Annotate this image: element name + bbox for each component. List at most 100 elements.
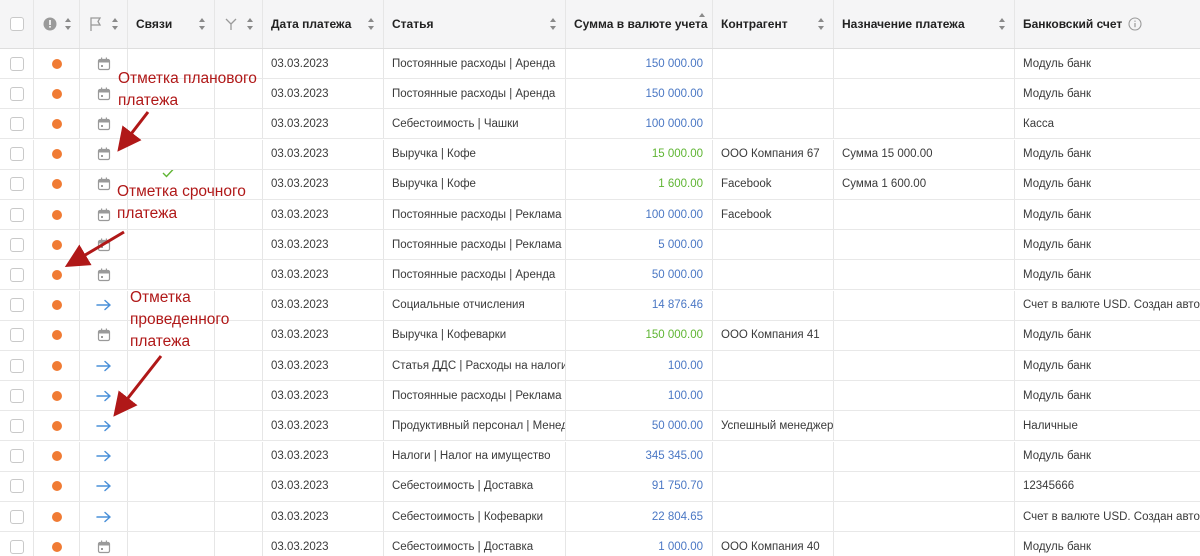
article-cell: Постоянные расходы | Реклама xyxy=(384,381,566,411)
urgent-dot-icon[interactable] xyxy=(51,541,62,552)
sort-asc-icon[interactable] xyxy=(698,12,706,26)
sort-icon[interactable] xyxy=(111,17,119,31)
calendar-icon[interactable] xyxy=(97,87,111,101)
payment-type-cell xyxy=(80,351,128,380)
calendar-icon[interactable] xyxy=(97,328,111,342)
table-row[interactable]: 03.03.2023 Постоянные расходы | Реклама 10… xyxy=(0,381,1200,412)
table-row[interactable]: 03.03.2023 Продуктивный персонал | Менедж… xyxy=(0,411,1200,442)
arrow-right-icon[interactable] xyxy=(95,299,112,311)
row-checkbox[interactable] xyxy=(9,479,24,494)
table-row[interactable]: 03.03.2023 Постоянные расходы | Аренда 50 … xyxy=(0,260,1200,291)
urgent-column-header[interactable] xyxy=(34,0,80,48)
sort-icon[interactable] xyxy=(198,17,206,31)
urgent-dot-icon[interactable] xyxy=(51,300,62,311)
row-checkbox[interactable] xyxy=(9,267,24,282)
sum-cell: 1 000.00 xyxy=(566,532,713,556)
payment-type-cell xyxy=(80,109,128,139)
counterparty-column-header[interactable]: Контрагент xyxy=(713,0,834,48)
table-row[interactable]: 03.03.2023 Статья ДДС | Расходы на налоги… xyxy=(0,351,1200,381)
table-row[interactable]: 03.03.2023 Постоянные расходы | Реклама 5 … xyxy=(0,230,1200,261)
table-row[interactable]: 03.03.2023 Себестоимость | Чашки 100 000.0… xyxy=(0,109,1200,140)
calendar-icon[interactable] xyxy=(97,540,111,554)
urgent-dot-icon[interactable] xyxy=(51,390,62,401)
sort-icon[interactable] xyxy=(367,17,375,31)
urgent-dot-icon[interactable] xyxy=(51,451,62,462)
calendar-icon[interactable] xyxy=(97,177,111,191)
article-cell: Статья ДДС | Расходы на налоги xyxy=(384,351,566,380)
purpose-cell: Сумма 15 000.00 xyxy=(834,139,1015,169)
arrow-right-icon[interactable] xyxy=(95,390,112,402)
urgent-dot-icon[interactable] xyxy=(51,330,62,341)
date-cell: 03.03.2023 xyxy=(263,532,384,556)
sort-icon[interactable] xyxy=(549,17,557,31)
row-checkbox[interactable] xyxy=(9,177,24,192)
sort-icon[interactable] xyxy=(998,17,1006,31)
urgent-dot-icon[interactable] xyxy=(51,149,62,160)
date-cell: 03.03.2023 xyxy=(263,351,384,380)
table-row[interactable]: 03.03.2023 Налоги | Налог на имущество 345… xyxy=(0,441,1200,472)
row-checkbox-cell xyxy=(0,169,34,199)
urgent-dot-icon[interactable] xyxy=(51,58,62,69)
table-row[interactable]: 03.03.2023 Себестоимость | Кофеварки 22 80… xyxy=(0,502,1200,532)
arrow-right-icon[interactable] xyxy=(95,511,112,523)
type-column-header[interactable] xyxy=(80,0,128,48)
row-checkbox-cell xyxy=(0,79,34,109)
row-checkbox[interactable] xyxy=(9,509,24,524)
arrow-right-icon[interactable] xyxy=(95,420,112,432)
row-checkbox[interactable] xyxy=(9,237,24,252)
info-icon[interactable] xyxy=(1128,17,1142,31)
row-checkbox[interactable] xyxy=(9,449,24,464)
table-row[interactable]: 03.03.2023 Себестоимость | Доставка 91 750… xyxy=(0,471,1200,502)
row-checkbox[interactable] xyxy=(9,298,24,313)
date-cell: 03.03.2023 xyxy=(263,471,384,501)
calendar-icon[interactable] xyxy=(97,117,111,131)
sort-icon[interactable] xyxy=(817,17,825,31)
calendar-icon[interactable] xyxy=(97,147,111,161)
article-column-header[interactable]: Статья xyxy=(384,0,566,48)
sum-column-header[interactable]: Сумма в валюте учета xyxy=(566,0,713,48)
calendar-icon[interactable] xyxy=(97,238,111,252)
row-checkbox[interactable] xyxy=(9,358,24,373)
arrow-right-icon[interactable] xyxy=(95,360,112,372)
table-row[interactable]: 03.03.2023 Выручка | Кофе 15 000.00 ООО Ком… xyxy=(0,139,1200,170)
urgent-dot-icon[interactable] xyxy=(51,481,62,492)
row-checkbox[interactable] xyxy=(9,86,24,101)
row-checkbox[interactable] xyxy=(9,328,24,343)
row-checkbox[interactable] xyxy=(9,388,24,403)
annotation-urgent-line2: платежа xyxy=(117,205,178,222)
row-checkbox[interactable] xyxy=(9,539,24,554)
row-checkbox[interactable] xyxy=(9,116,24,131)
bank-column-header[interactable]: Банковский счет xyxy=(1015,0,1200,48)
urgent-dot-icon[interactable] xyxy=(51,118,62,129)
calendar-icon[interactable] xyxy=(97,208,111,222)
arrow-right-icon[interactable] xyxy=(95,480,112,492)
links-column-header[interactable]: Связи xyxy=(128,0,215,48)
row-checkbox[interactable] xyxy=(9,56,24,71)
table-row[interactable]: 03.03.2023 Себестоимость | Доставка 1 000.… xyxy=(0,532,1200,556)
urgent-dot-icon[interactable] xyxy=(51,239,62,250)
arrow-right-icon[interactable] xyxy=(95,450,112,462)
calendar-icon[interactable] xyxy=(97,268,111,282)
purpose-column-header[interactable]: Назначение платежа xyxy=(834,0,1015,48)
urgent-dot-icon[interactable] xyxy=(51,511,62,522)
select-all-checkbox[interactable] xyxy=(9,17,24,31)
urgent-dot-icon[interactable] xyxy=(51,209,62,220)
bank-value: Модуль банк xyxy=(1023,450,1092,463)
urgent-dot-icon[interactable] xyxy=(51,88,62,99)
payment-type-cell xyxy=(80,290,128,320)
date-value: 03.03.2023 xyxy=(271,389,329,402)
row-checkbox[interactable] xyxy=(9,147,24,162)
urgent-dot-icon[interactable] xyxy=(51,179,62,190)
urgent-dot-icon[interactable] xyxy=(51,269,62,280)
row-checkbox[interactable] xyxy=(9,418,24,433)
urgent-dot-icon[interactable] xyxy=(51,360,62,371)
sum-cell: 5 000.00 xyxy=(566,230,713,260)
split-column-header[interactable] xyxy=(215,0,263,48)
article-cell: Выручка | Кофе xyxy=(384,169,566,199)
sort-icon[interactable] xyxy=(246,17,254,31)
calendar-icon[interactable] xyxy=(97,57,111,71)
urgent-dot-icon[interactable] xyxy=(51,420,62,431)
date-column-header[interactable]: Дата платежа xyxy=(263,0,384,48)
row-checkbox[interactable] xyxy=(9,207,24,222)
sort-icon[interactable] xyxy=(64,17,72,31)
